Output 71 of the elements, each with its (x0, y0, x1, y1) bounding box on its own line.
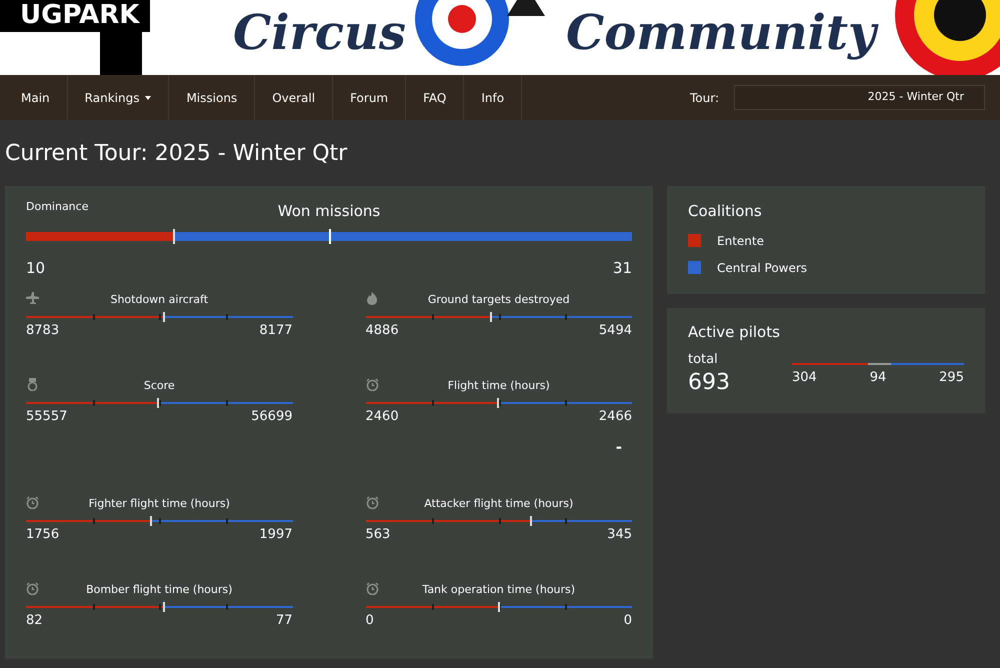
level-marker (498, 602, 500, 612)
nav-link[interactable]: Info (464, 75, 522, 120)
nav-link[interactable]: Missions (169, 75, 256, 120)
level-marker (156, 398, 159, 408)
alarm-clock-icon (26, 496, 39, 509)
stat-value: 55557 (26, 409, 68, 425)
nav-link[interactable]: FAQ (406, 75, 464, 120)
stat-value: 1997 (259, 527, 292, 543)
segment-value: 295 (939, 368, 964, 386)
stat-value: 0 (624, 613, 632, 629)
plane-icon (26, 292, 39, 305)
dash-mark: - (616, 437, 622, 458)
level-marker (172, 229, 175, 244)
stat-label: Attacker flight time (hours) (424, 497, 574, 510)
stat-label: Flight time (hours) (448, 379, 550, 392)
nav-link[interactable]: Main (4, 75, 68, 120)
tour-label: Tour: (690, 90, 719, 106)
banner-title: Community (566, 2, 876, 64)
alarm-clock-icon (366, 378, 378, 391)
stat-value: 563 (366, 527, 390, 543)
stat-label: Shotdown aircraft (110, 293, 208, 306)
level-marker (150, 516, 152, 526)
page-title: Current Tour: 2025 - Winter Qtr (4, 140, 348, 168)
legend-label: Entente (717, 232, 764, 250)
center-tick (329, 229, 331, 244)
dominance-label: Dominance (26, 199, 88, 215)
stat-value: 77 (276, 613, 292, 629)
alarm-clock-icon (366, 582, 378, 595)
level-marker (490, 312, 492, 322)
logo-text: UGPARK (20, 0, 140, 30)
medal-icon (26, 378, 39, 391)
stat-value: 345 (607, 527, 632, 543)
segment-value: 304 (792, 368, 817, 386)
level-marker (497, 398, 500, 408)
stat-label: Score (144, 379, 175, 392)
stat-value: 2460 (366, 409, 399, 425)
alarm-clock-icon (26, 582, 39, 595)
banner-title: Circus (233, 4, 406, 63)
nav-link[interactable]: Overall (255, 75, 334, 120)
nav-link[interactable]: Forum (333, 75, 406, 120)
stat-value: 8783 (26, 323, 60, 339)
stat-value: 0 (366, 613, 374, 629)
panel-title: Coalitions (688, 201, 763, 222)
stat-value: 10 (26, 259, 46, 277)
nav-link[interactable]: Rankings (68, 75, 170, 120)
level-marker (163, 312, 166, 322)
stat-value: 82 (26, 613, 43, 629)
total-label: total (688, 350, 719, 368)
panel-title: Active pilots (688, 322, 781, 343)
stat-value: 1756 (26, 527, 60, 543)
stat-value: 5494 (598, 323, 632, 339)
stat-value: 4886 (366, 323, 399, 339)
legend-label: Central Powers (717, 260, 808, 276)
segment-value: 94 (870, 368, 886, 386)
chart-title: Won missions (278, 201, 380, 222)
flame-icon (366, 292, 378, 305)
caret-icon (145, 96, 152, 100)
stat-label: Fighter flight time (hours) (88, 497, 230, 510)
stat-value: 56699 (251, 409, 292, 425)
stat-label: Bomber flight time (hours) (86, 583, 232, 596)
triangle-icon (505, 0, 547, 16)
stat-value: 8177 (259, 323, 292, 339)
level-marker (530, 516, 532, 526)
stat-label: Ground targets destroyed (428, 293, 570, 306)
level-marker (162, 602, 164, 612)
alarm-clock-icon (366, 496, 378, 509)
stat-value: 31 (612, 259, 632, 277)
tour-select[interactable]: 2025 - Winter Qtr (734, 85, 985, 110)
stat-value: 2466 (598, 409, 632, 425)
stat-label: Tank operation time (hours) (422, 583, 576, 596)
total-value: 693 (688, 369, 731, 397)
